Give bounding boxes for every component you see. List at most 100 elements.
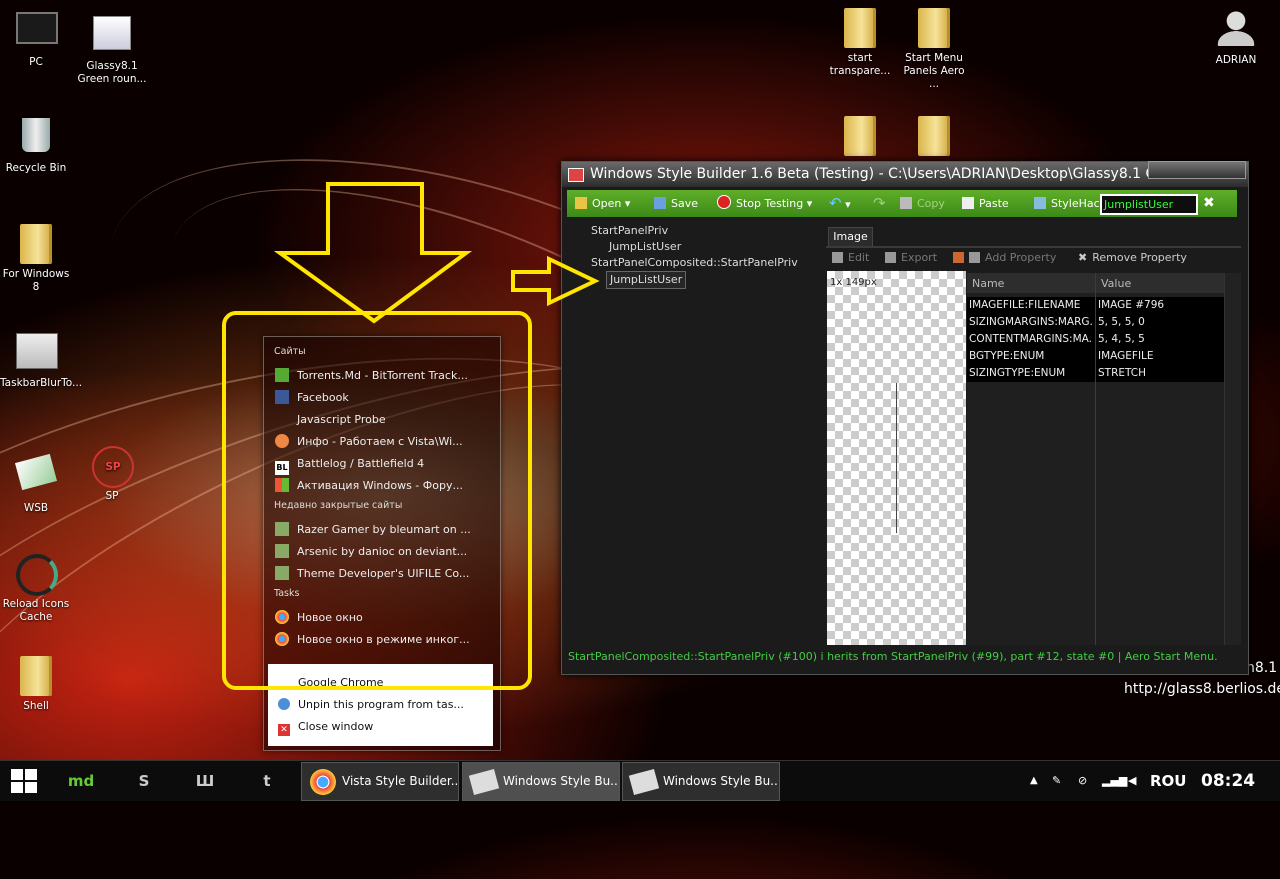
folder-icon (844, 8, 876, 48)
desktop-icon-start-transparent[interactable]: start transpare... (824, 8, 896, 78)
taskbar: md S Ш t Vista Style Builder... Windows … (0, 760, 1280, 801)
undo-button[interactable]: ↶ ▾ (829, 190, 851, 217)
desktop-icon-taskbarblur[interactable]: TaskbarBlurTo... (0, 333, 83, 390)
close-icon: ✖ (1078, 251, 1088, 264)
unpin-program-button[interactable]: Unpin this program from tas... (278, 694, 464, 716)
taskbar-pin-md[interactable]: md (57, 765, 105, 797)
desktop-icon-folder-b[interactable] (898, 116, 970, 160)
desktop-watermark-version: n8.1 (1246, 660, 1278, 676)
export-button[interactable]: Export (885, 251, 937, 264)
edit-button[interactable]: Edit (832, 251, 869, 264)
redo-icon: ↷ (873, 194, 886, 212)
wsb-app-icon (468, 768, 500, 795)
desktop-icon-pc[interactable]: PC (0, 8, 72, 69)
desktop-icon-start-menu-panels[interactable]: Start Menu Panels Aero ... (898, 8, 970, 91)
edit-icon (832, 252, 843, 263)
chevron-down-icon: ▾ (806, 197, 813, 210)
desktop-icon-glassy[interactable]: Glassy8.1 Green roun... (76, 16, 148, 86)
paste-button[interactable]: Paste (962, 190, 1009, 217)
language-indicator[interactable]: ROU (1150, 761, 1186, 801)
clear-search-button[interactable]: ✖ (1203, 190, 1215, 217)
recycle-bin-icon (22, 118, 50, 152)
paste-label: Paste (979, 197, 1009, 210)
windows-logo-icon (25, 769, 37, 780)
property-name: SIZINGTYPE:ENUM (969, 367, 1066, 379)
tree-item[interactable]: JumpListUser (591, 239, 798, 255)
desktop-icon-adrian[interactable]: ADRIAN (1200, 10, 1272, 67)
open-label: Open (592, 197, 622, 210)
tree-item[interactable]: StartPanelComposited::StartPanelPriv (591, 255, 798, 271)
copy-icon (900, 197, 912, 209)
property-name: CONTENTMARGINS:MA... (969, 333, 1093, 345)
add-property-button[interactable]: Add Property (953, 251, 1056, 264)
property-name: IMAGEFILE:FILENAME (969, 299, 1081, 311)
desktop-icon-label: For Windows 8 (2, 268, 70, 293)
tray-show-hidden-icon[interactable]: ▲ (1030, 761, 1038, 801)
desktop-icon-wsb[interactable]: WSB (0, 452, 72, 515)
close-icon: ✕ (278, 724, 290, 736)
desktop-icon-label: TaskbarBlurTo... (0, 377, 83, 389)
start-button[interactable] (11, 769, 39, 793)
property-value: 5, 4, 5, 5 (1098, 333, 1145, 345)
taskbar-pin-twitter[interactable]: t (243, 765, 291, 797)
wsb-window[interactable]: Windows Style Builder 1.6 Beta (Testing)… (561, 161, 1249, 675)
folder-icon (844, 116, 876, 156)
column-header-value[interactable]: Value (1101, 277, 1131, 290)
wsb-app-icon (628, 768, 660, 795)
tray-mute-icon[interactable]: ⊘ (1078, 761, 1087, 801)
folder-icon (918, 116, 950, 156)
stop-testing-button[interactable]: Stop Testing ▾ (717, 190, 812, 217)
reload-shield-icon (16, 554, 58, 596)
search-input[interactable]: JumplistUser (1100, 194, 1198, 215)
desktop-icon-folder-a[interactable] (824, 116, 896, 160)
export-label: Export (901, 251, 938, 264)
desktop-icon-label: ADRIAN (1215, 54, 1257, 66)
wsb-title-bar[interactable]: Windows Style Builder 1.6 Beta (Testing)… (562, 162, 1248, 187)
taskbar-pin-skype[interactable]: S (120, 765, 168, 797)
window-caption-buttons[interactable] (1148, 161, 1246, 179)
redo-button[interactable]: ↷ (873, 190, 886, 217)
floppy-save-icon (654, 197, 666, 209)
tree-item-selected[interactable]: JumpListUser (606, 271, 687, 289)
taskbar-task-chrome[interactable]: Vista Style Builder... (301, 762, 459, 801)
taskbar-pin-utorrent[interactable]: Ш (181, 765, 229, 797)
class-tree: StartPanelPriv JumpListUser StartPanelCo… (591, 223, 798, 289)
desktop-icon-for-windows-8[interactable]: For Windows 8 (0, 224, 72, 294)
stylehack-button[interactable]: StyleHack (1034, 190, 1106, 217)
remove-property-button[interactable]: ✖ Remove Property (1078, 251, 1187, 264)
taskbar-task-wsb-1[interactable]: Windows Style Bu... (462, 762, 620, 801)
desktop-icon-shell[interactable]: Shell (0, 656, 72, 713)
app-window-icon (16, 333, 58, 369)
volume-icon[interactable]: ◀ (1128, 761, 1136, 801)
edit-label: Edit (848, 251, 870, 264)
property-value: IMAGEFILE (1098, 350, 1154, 362)
wsb-app-icon (568, 168, 584, 182)
properties-scrollbar[interactable] (1224, 273, 1241, 645)
tab-image[interactable]: Image (828, 227, 873, 246)
network-signal-icon[interactable]: ▂▄▆ (1102, 761, 1127, 801)
add-property-icon (953, 252, 964, 263)
tree-item[interactable]: StartPanelPriv (591, 223, 798, 239)
clock[interactable]: 08:24 (1201, 761, 1255, 801)
desktop-icon-label: SP (105, 490, 119, 502)
tray-pen-icon[interactable]: ✎ (1052, 761, 1061, 801)
taskbar-task-wsb-2[interactable]: Windows Style Bu... (622, 762, 780, 801)
sp-logo-icon: SP (92, 446, 134, 488)
copy-button[interactable]: Copy (900, 190, 945, 217)
close-window-button[interactable]: ✕ Close window (278, 716, 373, 738)
save-label: Save (671, 197, 699, 210)
open-button[interactable]: Open ▾ (575, 190, 630, 217)
theme-file-icon (93, 16, 131, 50)
desktop-icon-label: start transpare... (829, 52, 891, 77)
save-button[interactable]: Save (654, 190, 698, 217)
stylehack-icon (1034, 197, 1046, 209)
close-icon: ✖ (1203, 195, 1215, 211)
column-header-name[interactable]: Name (972, 277, 1004, 290)
desktop-icon-label: Glassy8.1 Green roun... (77, 60, 147, 85)
desktop-icon-recycle-bin[interactable]: Recycle Bin (0, 116, 72, 175)
folder-icon (918, 8, 950, 48)
desktop-icon-sp[interactable]: SP SP (76, 446, 148, 503)
status-bar: StartPanelComposited::StartPanelPriv (#1… (568, 650, 1218, 663)
folder-icon (20, 656, 52, 696)
desktop-icon-reload-icons[interactable]: Reload Icons Cache (0, 554, 72, 624)
